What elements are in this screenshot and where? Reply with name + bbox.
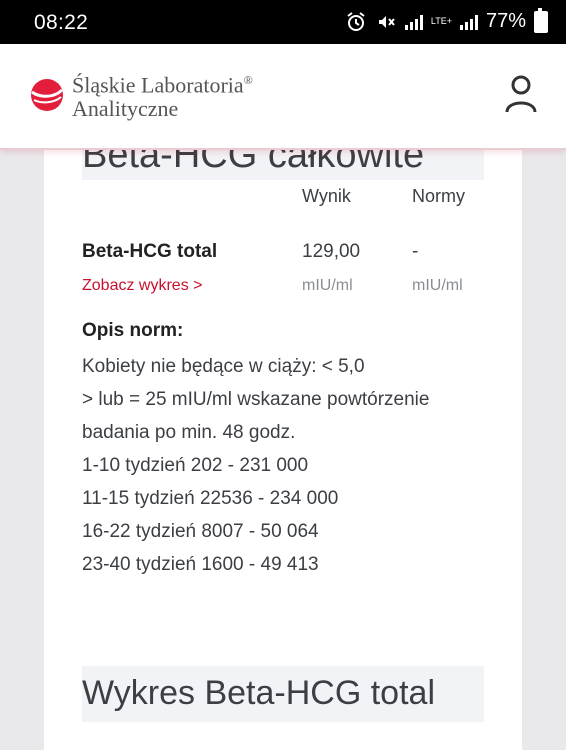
status-time: 08:22 — [34, 11, 89, 34]
lte-label: LTE+ — [430, 16, 452, 26]
status-bar: 08:22 LTE+ 77% — [0, 0, 566, 44]
norms-description: Kobiety nie będące w ciąży: < 5,0 > lub … — [82, 350, 429, 581]
norm-line: badania po min. 48 godz. — [82, 422, 296, 443]
norm-line: 11-15 tydzień 22536 - 234 000 — [82, 488, 339, 509]
column-result-header: Wynik — [302, 186, 351, 206]
section-title: Beta-HCG całkowite — [82, 148, 425, 176]
app-header: Śląskie Laboratoria® Analityczne — [0, 44, 566, 150]
chart-section-title: Wykres Beta-HCG total — [82, 674, 435, 712]
lab-brand-name: Śląskie Laboratoria® Analityczne — [72, 68, 253, 121]
brand-line-1: Śląskie Laboratoria — [72, 72, 244, 98]
norm-line: 1-10 tydzień 202 - 231 000 — [82, 455, 309, 476]
test-norm-value: - — [412, 241, 419, 262]
user-account-icon[interactable] — [504, 74, 538, 114]
alarm-icon — [345, 11, 367, 33]
norm-line: > lub = 25 mIU/ml wskazane powtórzenie — [82, 389, 430, 410]
test-result-value: 129,00 — [302, 241, 361, 262]
see-chart-link[interactable]: Zobacz wykres > — [82, 277, 202, 295]
battery-percent: 77% — [485, 10, 526, 32]
norm-unit: mIU/ml — [412, 277, 463, 294]
status-icons: LTE+ 77% — [345, 7, 548, 33]
result-unit: mIU/ml — [302, 277, 353, 294]
norm-line: 23-40 tydzień 1600 - 49 413 — [82, 554, 319, 575]
norm-line: 16-22 tydzień 8007 - 50 064 — [82, 521, 319, 542]
chart-section-header: Wykres Beta-HCG total — [82, 666, 484, 722]
registered-mark: ® — [243, 73, 253, 87]
lab-logo[interactable]: Śląskie Laboratoria® Analityczne — [30, 68, 253, 121]
signal-icon — [404, 14, 423, 30]
section-header: Beta-HCG całkowite — [82, 148, 484, 180]
norms-heading: Opis norm: — [82, 320, 184, 341]
norm-line: Kobiety nie będące w ciąży: < 5,0 — [82, 356, 365, 377]
lab-logo-icon — [31, 79, 64, 111]
test-name: Beta-HCG total — [82, 241, 218, 262]
result-card: Beta-HCG całkowite Wynik Normy Beta-HCG … — [44, 148, 522, 750]
battery-icon — [534, 7, 548, 33]
lte-signal-icon — [459, 14, 478, 30]
brand-line-2: Analityczne — [72, 96, 179, 122]
vibrate-mute-icon — [375, 11, 397, 33]
column-norms-header: Normy — [412, 186, 465, 206]
